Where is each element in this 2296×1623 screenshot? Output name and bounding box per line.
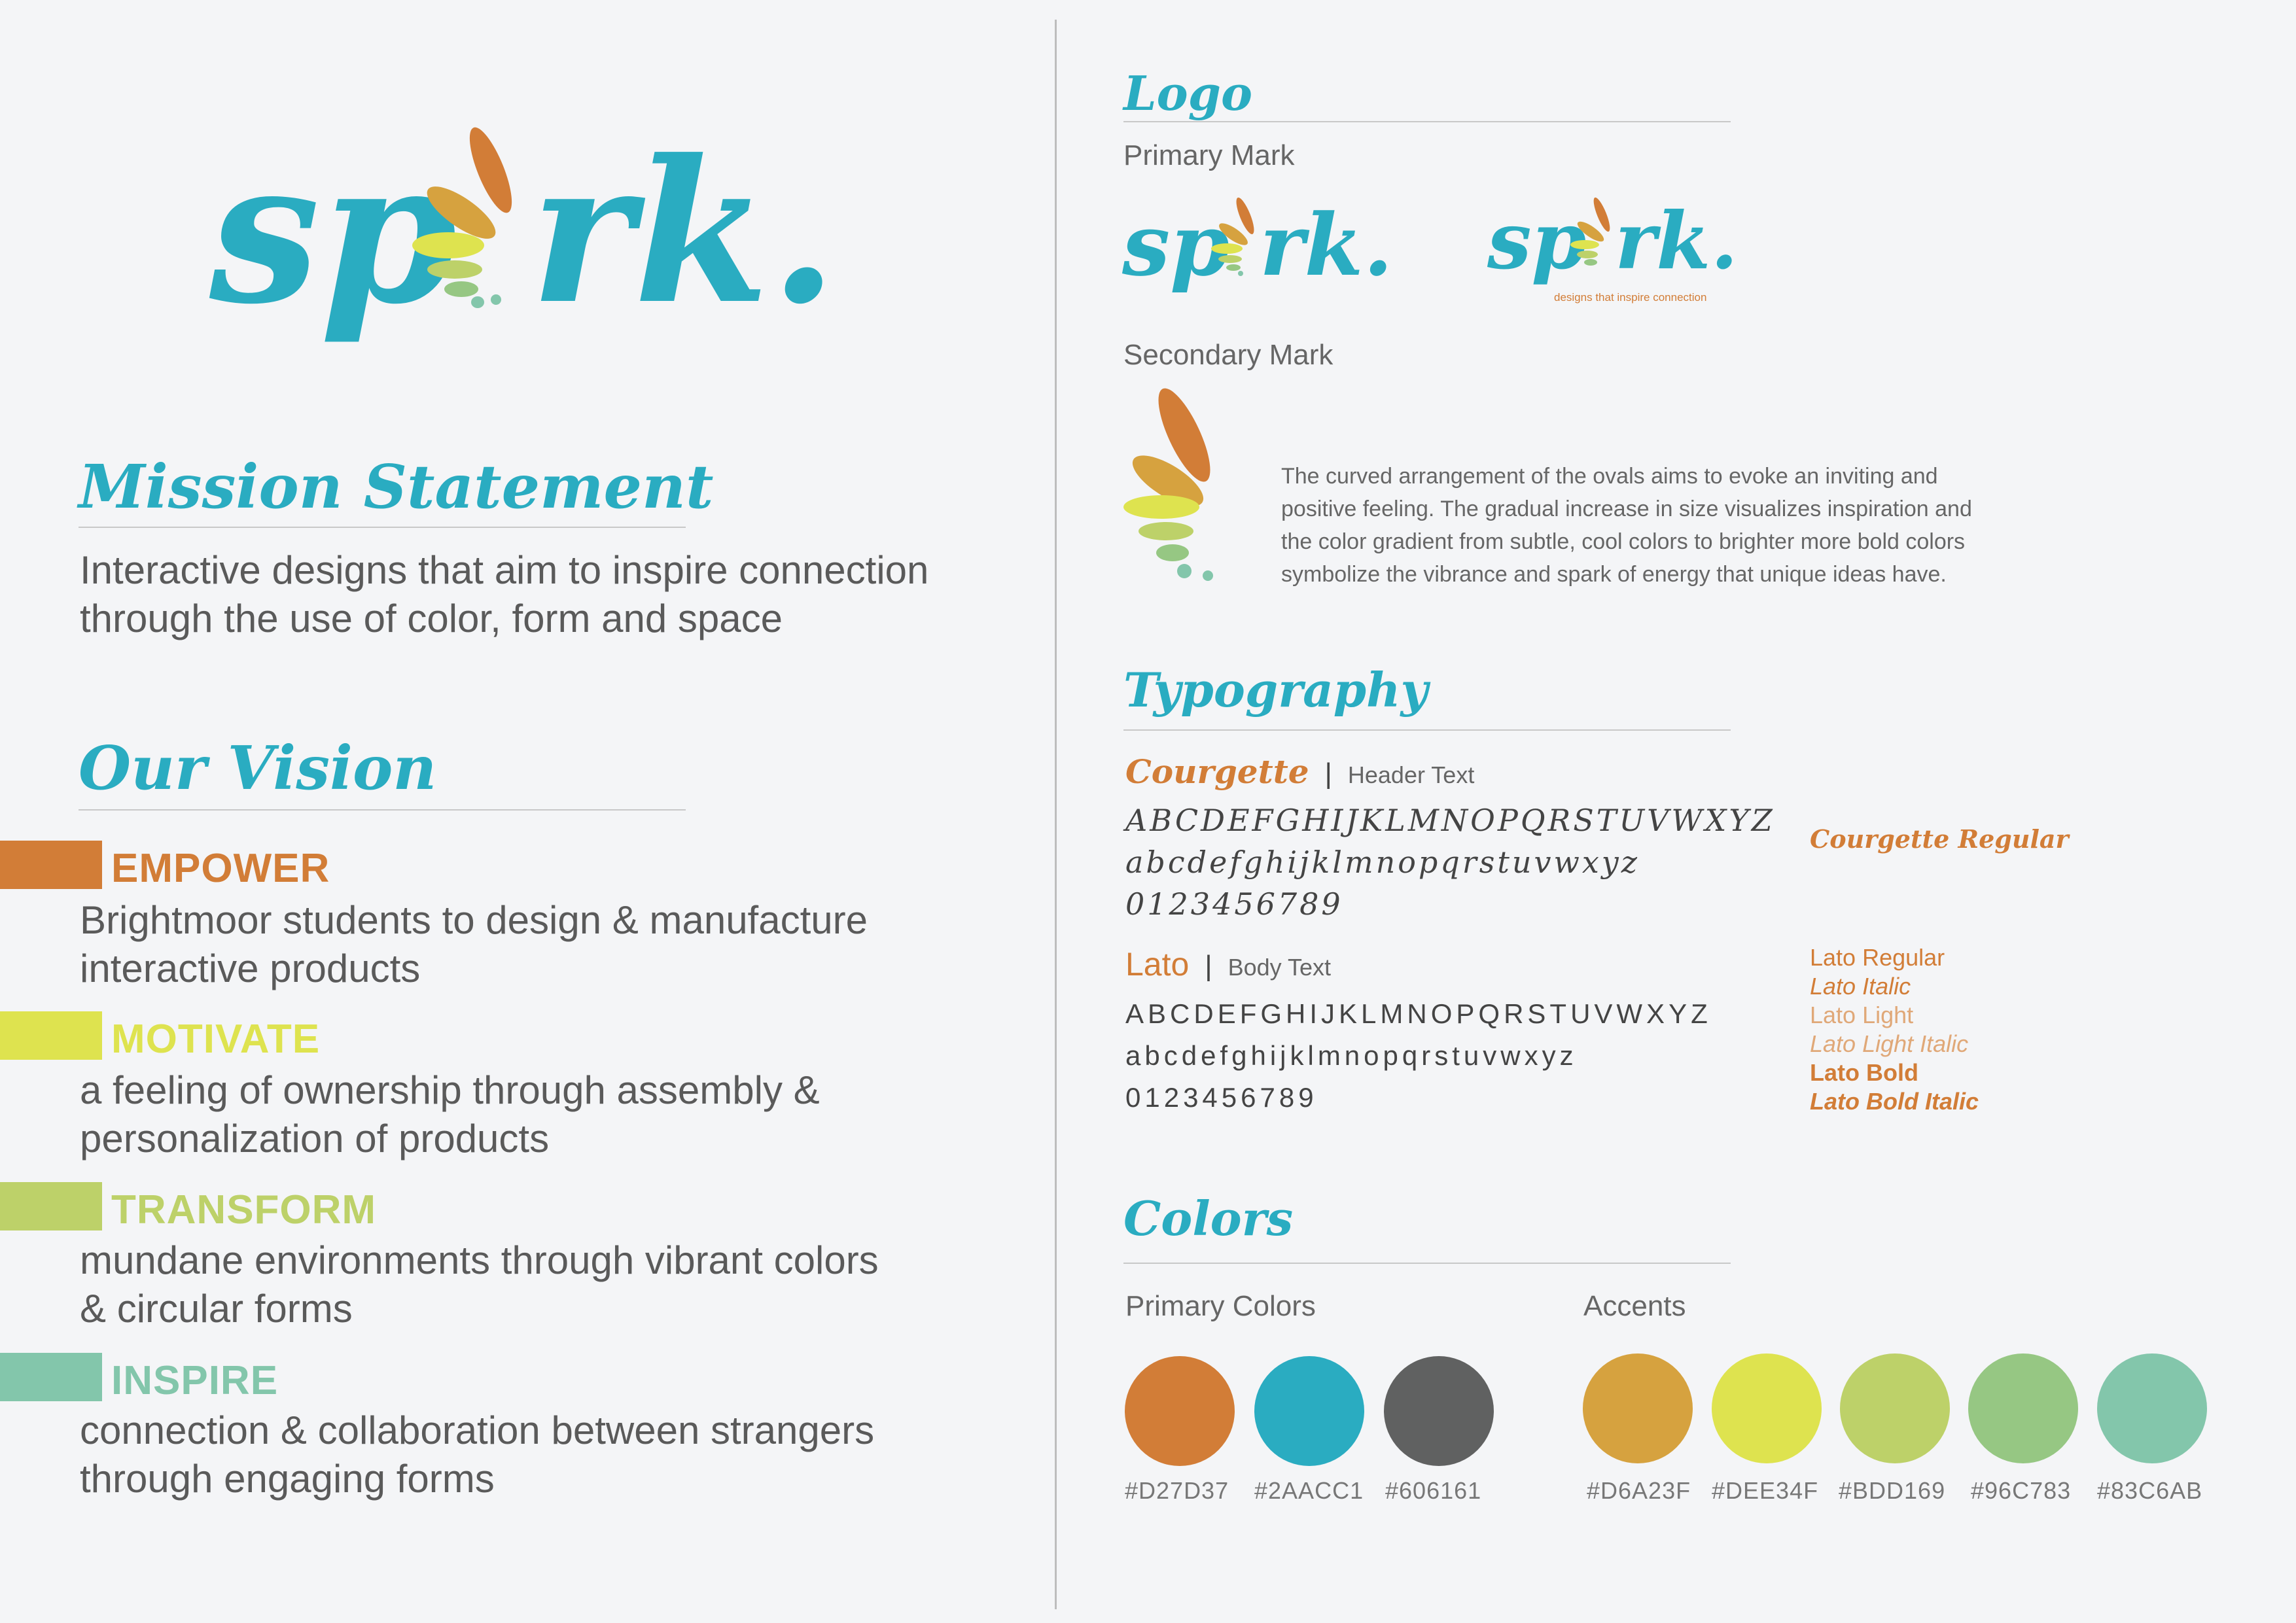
color-swatch-accent-3 (1840, 1353, 1950, 1463)
vision-text-line: connection & collaboration between stran… (80, 1408, 875, 1452)
body-digits: 0123456789 (1125, 1082, 1318, 1113)
vision-text-motivate: a feeling of ownership through assembly … (80, 1066, 820, 1163)
accents-label: Accents (1583, 1290, 1686, 1322)
empower-color-bar (0, 841, 102, 889)
body-font-sample: ABCDEFGHIJKLMNOPQRSTUVWXYZ abcdefghijklm… (1125, 993, 1712, 1119)
mission-text-line: Interactive designs that aim to inspire … (80, 548, 929, 592)
inspire-color-bar (0, 1353, 102, 1401)
body-font-styles: Lato Regular Lato Italic Lato Light Lato… (1810, 943, 1979, 1116)
color-swatch-primary-2 (1254, 1356, 1364, 1466)
body-lower: abcdefghijklmnopqrstuvwxyz (1125, 1040, 1578, 1071)
color-swatch-accent-4 (1968, 1353, 2078, 1463)
svg-text:rk.: rk. (1615, 195, 1738, 287)
vision-text-empower: Brightmoor students to design & manufact… (80, 896, 868, 993)
vision-text-line: & circular forms (80, 1287, 353, 1331)
header-digits: 0123456789 (1125, 886, 1343, 922)
vision-text-line: personalization of products (80, 1117, 550, 1161)
secondary-mark-description: The curved arrangement of the ovals aims… (1281, 460, 1972, 591)
logo-tagline: designs that inspire connection (1554, 291, 1707, 304)
secondary-mark-icon (1123, 388, 1213, 581)
mission-text-line: through the use of color, form and space (80, 597, 783, 640)
color-hex-accent-2: #DEE34F (1712, 1477, 1819, 1504)
style-lato-light: Lato Light (1810, 1002, 1914, 1028)
vision-text-transform: mundane environments through vibrant col… (80, 1236, 879, 1333)
style-lato-light-italic: Lato Light Italic (1810, 1030, 1969, 1057)
vision-text-line: mundane environments through vibrant col… (80, 1238, 879, 1282)
mission-rule (79, 527, 686, 528)
logo-section-title: Logo (1123, 65, 1253, 121)
primary-colors-label: Primary Colors (1125, 1290, 1316, 1322)
colors-title: Colors (1123, 1191, 1294, 1246)
color-hex-accent-4: #96C783 (1971, 1477, 2072, 1504)
header-font-sample: ABCDEFGHIJKLMNOPQRSTUVWXYZ abcdefghijklm… (1125, 799, 1775, 925)
description-line: The curved arrangement of the ovals aims… (1281, 464, 1938, 489)
description-line: symbolize the vibrance and spark of ener… (1281, 562, 1947, 587)
spark-logo-large: sp rk. (206, 116, 838, 347)
vision-text-line: a feeling of ownership through assembly … (80, 1068, 820, 1112)
vision-head-empower: EMPOWER (111, 846, 330, 891)
body-font-name: Lato (1125, 946, 1190, 983)
typography-rule (1123, 729, 1731, 731)
vision-text-inspire: connection & collaboration between stran… (80, 1406, 874, 1503)
vision-head-inspire: INSPIRE (111, 1358, 279, 1403)
logo-section-rule (1123, 121, 1731, 122)
mission-title: Mission Statement (79, 451, 714, 522)
style-lato-bold: Lato Bold (1810, 1059, 1918, 1086)
header-lower: abcdefghijklmnopqrstuvwxyz (1125, 845, 1640, 880)
vision-text-line: Brightmoor students to design & manufact… (80, 898, 868, 942)
color-swatch-accent-1 (1583, 1353, 1693, 1463)
primary-mark-logo: sp rk. (1122, 195, 1393, 295)
description-line: positive feeling. The gradual increase i… (1281, 497, 1972, 521)
header-font-name: Courgette (1125, 752, 1309, 791)
color-swatch-primary-3 (1384, 1356, 1494, 1466)
motivate-color-bar (0, 1011, 102, 1060)
style-lato-bold-italic: Lato Bold Italic (1810, 1088, 1979, 1115)
body-font-row: Lato | Body Text (1125, 945, 1331, 983)
transform-color-bar (0, 1182, 102, 1230)
colors-rule (1123, 1263, 1731, 1264)
color-hex-primary-3: #606161 (1385, 1477, 1482, 1504)
header-font-separator: | (1324, 758, 1332, 790)
style-lato-regular: Lato Regular (1810, 944, 1945, 971)
primary-mark-label: Primary Mark (1123, 139, 1295, 171)
body-font-separator: | (1205, 950, 1212, 982)
vision-rule (79, 809, 686, 811)
header-upper: ABCDEFGHIJKLMNOPQRSTUVWXYZ (1125, 803, 1775, 838)
svg-text:sp: sp (1487, 195, 1586, 287)
vision-text-line: interactive products (80, 947, 421, 990)
vision-text-line: through engaging forms (80, 1457, 495, 1501)
color-hex-accent-1: #D6A23F (1587, 1477, 1691, 1504)
color-swatch-accent-2 (1712, 1353, 1822, 1463)
body-upper: ABCDEFGHIJKLMNOPQRSTUVWXYZ (1125, 998, 1712, 1029)
secondary-mark-label: Secondary Mark (1123, 339, 1333, 371)
header-font-style: Courgette Regular (1810, 824, 2069, 854)
color-swatch-accent-5 (2097, 1353, 2207, 1463)
color-hex-accent-3: #BDD169 (1839, 1477, 1946, 1504)
description-line: the color gradient from subtle, cool col… (1281, 529, 1966, 554)
typography-title: Typography (1123, 662, 1428, 718)
svg-text:rk.: rk. (530, 116, 838, 347)
body-font-usage: Body Text (1227, 954, 1332, 981)
vision-head-motivate: MOTIVATE (111, 1017, 321, 1062)
vision-head-transform: TRANSFORM (111, 1187, 377, 1232)
style-lato-italic: Lato Italic (1810, 973, 1911, 1000)
color-swatch-primary-1 (1125, 1356, 1235, 1466)
header-font-row: Courgette | Header Text (1125, 752, 1474, 791)
column-divider (1055, 20, 1057, 1609)
mission-text: Interactive designs that aim to inspire … (80, 546, 928, 643)
svg-text:sp: sp (206, 116, 457, 347)
header-font-usage: Header Text (1347, 761, 1475, 788)
color-hex-primary-1: #D27D37 (1125, 1477, 1229, 1504)
svg-text:sp: sp (1122, 195, 1229, 295)
svg-text:rk.: rk. (1260, 195, 1393, 295)
color-hex-accent-5: #83C6AB (2097, 1477, 2203, 1504)
vision-title: Our Vision (79, 733, 437, 803)
color-hex-primary-2: #2AACC1 (1254, 1477, 1364, 1504)
